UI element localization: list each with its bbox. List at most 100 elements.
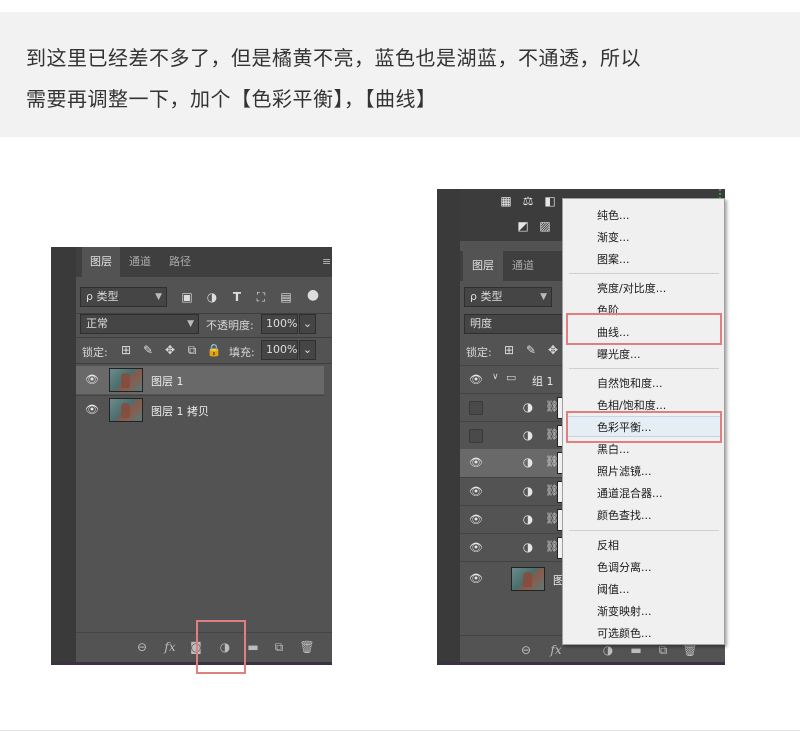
lock-position-icon[interactable]: ✥ — [545, 342, 561, 358]
lock-artboard-icon[interactable]: ⧉ — [184, 342, 200, 358]
type-filter-icon[interactable]: T — [229, 289, 245, 305]
lock-position-icon[interactable]: ✥ — [162, 342, 178, 358]
menu-item-gradient-map[interactable]: 渐变映射... — [597, 603, 652, 619]
tab-channels[interactable]: 通道 — [503, 251, 543, 281]
adjustment-filter-icon[interactable]: ◑ — [204, 289, 220, 305]
opacity-input[interactable]: 100% — [261, 314, 298, 334]
menu-item-channel-mixer[interactable]: 通道混合器... — [597, 485, 663, 501]
lock-label: 锁定: — [82, 346, 108, 359]
adjustment-button-highlight — [196, 620, 246, 674]
menu-item-threshold[interactable]: 阈值... — [597, 581, 630, 597]
color-balance-icon[interactable]: ⚖ — [520, 194, 536, 208]
adjustment-icon: ◑ — [522, 484, 534, 498]
new-layer-icon[interactable]: ⧉ — [655, 643, 671, 658]
photo-filter-icon[interactable]: ◩ — [515, 219, 531, 233]
smart-object-filter-icon[interactable]: ▤ — [278, 289, 294, 305]
layer-thumbnail — [109, 398, 143, 422]
chevron-down-icon: ▼ — [155, 292, 162, 302]
new-group-icon[interactable]: ▬ — [245, 640, 261, 654]
curves-highlight — [566, 313, 722, 345]
black-white-icon[interactable]: ◧ — [542, 194, 558, 208]
divider — [76, 337, 332, 338]
layer-row[interactable]: 👁 图层 1 拷贝 — [76, 395, 324, 423]
layer-thumbnail — [511, 567, 545, 591]
link-layers-icon[interactable]: ⊖ — [134, 640, 150, 654]
eye-icon[interactable]: 👁 — [468, 541, 484, 554]
fx-icon[interactable]: fx — [162, 640, 178, 654]
tab-channels[interactable]: 通道 — [120, 247, 160, 277]
lock-paint-icon[interactable]: ✎ — [523, 342, 539, 358]
delete-layer-icon[interactable]: 🗑 — [299, 640, 315, 654]
link-layers-icon[interactable]: ⊖ — [518, 643, 534, 657]
eye-icon[interactable]: 👁 — [468, 373, 484, 386]
folder-icon: ▭ — [506, 371, 517, 384]
lock-transparent-icon[interactable]: ⊞ — [118, 342, 134, 358]
new-group-icon[interactable]: ▬ — [628, 643, 644, 657]
tab-layers[interactable]: 图层 — [463, 251, 503, 281]
panel-edge — [51, 247, 76, 665]
visibility-box[interactable] — [469, 401, 483, 415]
menu-item-black-white[interactable]: 黑白... — [597, 441, 630, 457]
lock-all-icon[interactable]: 🔒 — [206, 342, 222, 358]
new-layer-icon[interactable]: ⧉ — [271, 640, 287, 655]
adjustment-icon: ◑ — [522, 512, 534, 526]
eye-icon[interactable]: 👁 — [468, 485, 484, 498]
image-filter-icon[interactable]: ▣ — [179, 289, 195, 305]
menu-item-gradient[interactable]: 渐变... — [597, 229, 630, 245]
menu-item-selective-color[interactable]: 可选颜色... — [597, 625, 652, 641]
adjustment-icon: ◑ — [522, 428, 534, 442]
filter-type-dropdown[interactable]: ρ 类型 ▼ — [464, 287, 552, 307]
shape-filter-icon[interactable]: ⛶ — [253, 289, 269, 305]
fill-input[interactable]: 100% — [261, 340, 298, 360]
lock-paint-icon[interactable]: ✎ — [140, 342, 156, 358]
panel-bottom-line — [51, 662, 332, 665]
menu-item-pattern[interactable]: 图案... — [597, 251, 630, 267]
layers-panel-left: 图层 通道 路径 ≡ ρ 类型 ▼ ▣ ◑ T ⛶ ▤ ● 正常 ▼ 不透明度:… — [51, 247, 332, 665]
menu-item-exposure[interactable]: 曝光度... — [597, 346, 641, 362]
caption-line-2: 需要再调整一下，加个【色彩平衡】，【曲线】 — [26, 87, 437, 111]
adjustment-icon: ◑ — [522, 540, 534, 554]
layer-row[interactable]: 👁 图层 1 — [76, 366, 324, 394]
filter-toggle-icon[interactable]: ● — [305, 287, 321, 303]
group-name[interactable]: 组 1 — [532, 373, 554, 389]
panel-menu-icon[interactable]: ≡ — [322, 255, 331, 268]
filter-type-label: ρ 类型 — [470, 290, 503, 303]
eye-icon[interactable]: 👁 — [84, 403, 100, 416]
blend-mode-dropdown[interactable]: 正常 ▼ — [80, 314, 199, 334]
layer-name[interactable]: 图层 1 — [151, 373, 184, 389]
layer-name[interactable]: 图层 1 拷贝 — [151, 403, 209, 419]
eye-icon[interactable]: 👁 — [468, 572, 484, 585]
menu-item-photo-filter[interactable]: 照片滤镜... — [597, 463, 652, 479]
opacity-chevron-icon[interactable]: ⌄ — [299, 314, 316, 334]
fill-chevron-icon[interactable]: ⌄ — [299, 340, 316, 360]
menu-divider — [569, 368, 719, 369]
blend-mode-value: 明度 — [470, 317, 492, 330]
panel-bottom-line — [437, 662, 725, 665]
menu-item-invert[interactable]: 反相 — [597, 537, 619, 553]
menu-item-posterize[interactable]: 色调分离... — [597, 559, 652, 575]
eye-icon[interactable]: 👁 — [468, 456, 484, 469]
delete-layer-icon[interactable]: 🗑 — [682, 643, 698, 657]
gradient-map-icon[interactable]: ▨ — [537, 219, 553, 233]
divider — [76, 363, 332, 364]
eye-icon[interactable]: 👁 — [468, 513, 484, 526]
filter-type-dropdown[interactable]: ρ 类型 ▼ — [80, 287, 167, 307]
chevron-down-icon[interactable]: ∨ — [492, 372, 499, 382]
blend-mode-dropdown[interactable]: 明度 — [464, 314, 574, 334]
curves-adjust-icon[interactable]: ▦ — [498, 194, 514, 208]
visibility-box[interactable] — [469, 429, 483, 443]
blend-mode-value: 正常 — [86, 317, 108, 330]
menu-item-brightness-contrast[interactable]: 亮度/对比度... — [597, 280, 666, 296]
tab-paths[interactable]: 路径 — [160, 247, 200, 277]
caption-line-1: 到这里已经差不多了，但是橘黄不亮，蓝色也是湖蓝，不通透，所以 — [26, 46, 641, 70]
eye-icon[interactable]: 👁 — [84, 373, 100, 386]
menu-item-vibrance[interactable]: 自然饱和度... — [597, 375, 663, 391]
lock-transparent-icon[interactable]: ⊞ — [501, 342, 517, 358]
panel-tabs: 图层 通道 路径 ≡ — [76, 247, 332, 277]
fx-icon[interactable]: fx — [548, 643, 564, 657]
menu-item-color-lookup[interactable]: 颜色查找... — [597, 507, 652, 523]
menu-item-solid-color[interactable]: 纯色... — [597, 207, 630, 223]
menu-divider — [569, 273, 719, 274]
new-adjustment-layer-icon[interactable]: ◑ — [600, 643, 616, 657]
tab-layers[interactable]: 图层 — [82, 247, 120, 277]
